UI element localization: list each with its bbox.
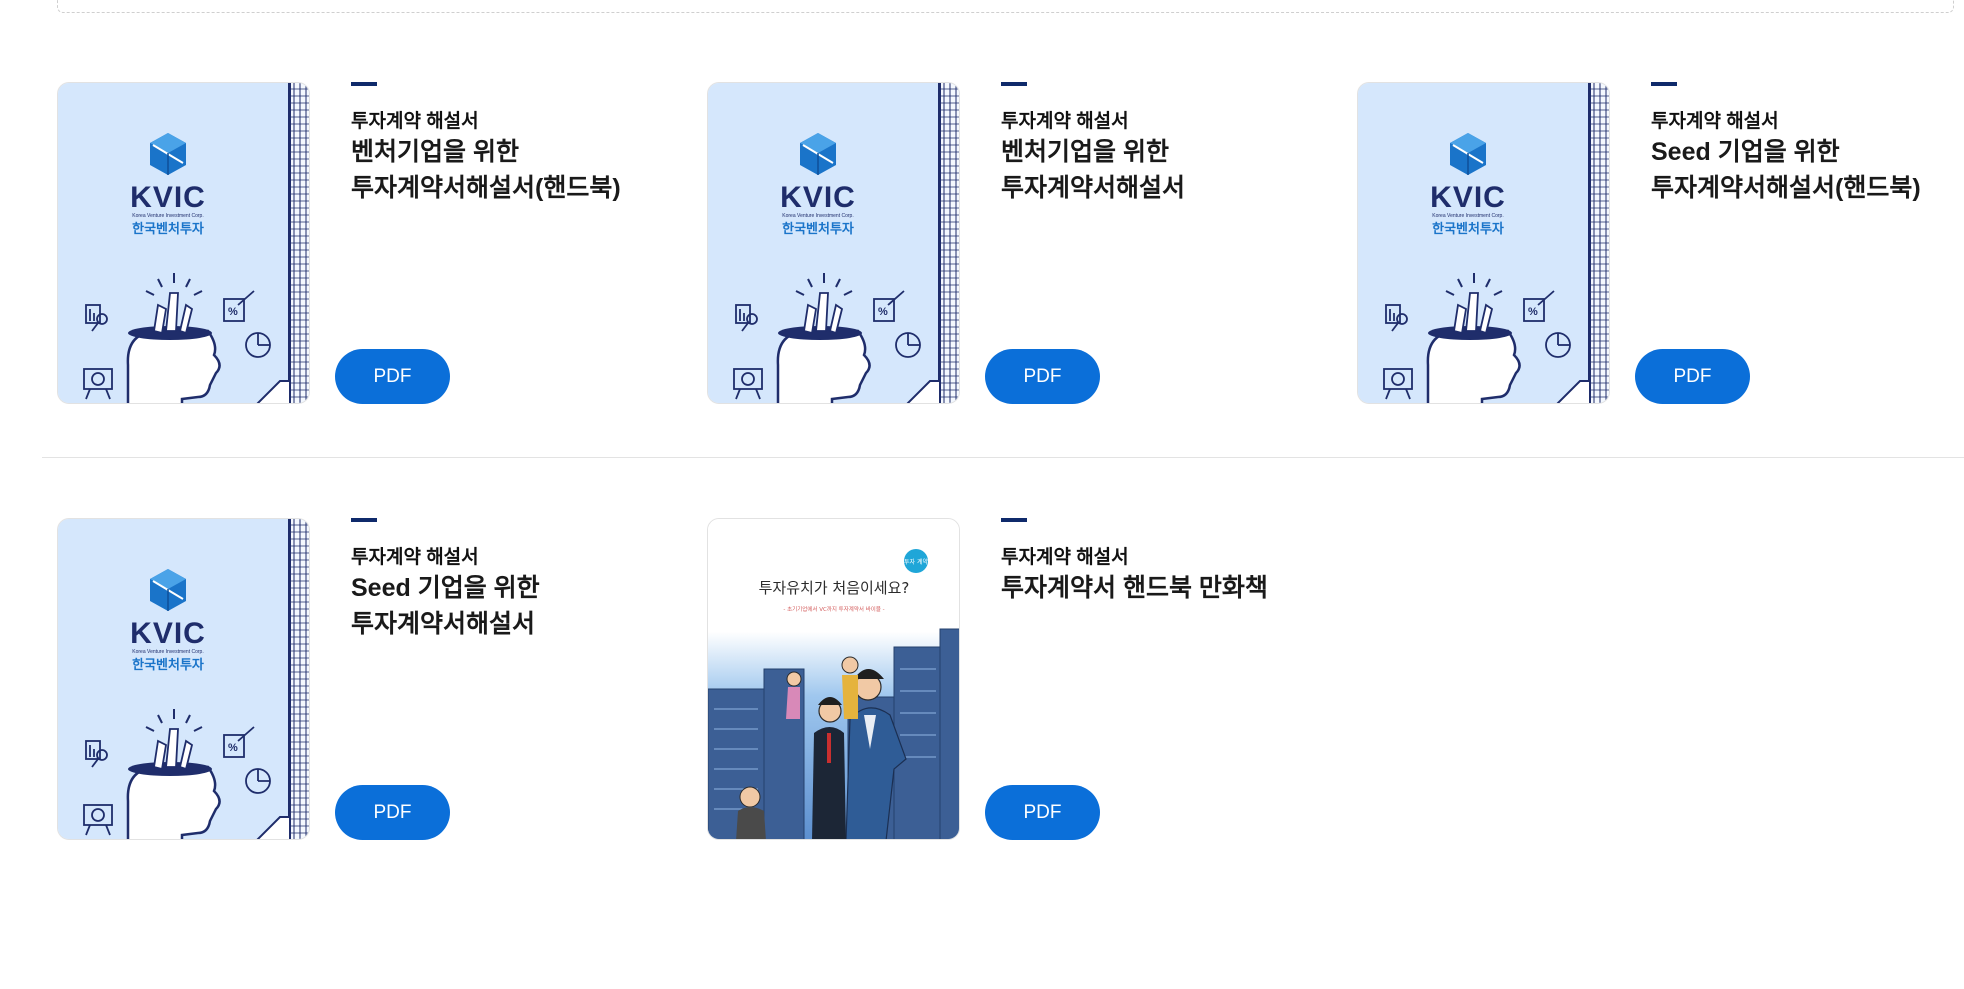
kvic-corp-name-ko: 한국벤처투자: [782, 221, 854, 237]
accent-bar: [351, 82, 377, 86]
kvic-corp-name-ko: 한국벤처투자: [132, 221, 204, 237]
pdf-download-button[interactable]: PDF: [335, 785, 450, 840]
accent-bar: [1001, 518, 1027, 522]
card-category: 투자계약 해설서: [351, 547, 479, 568]
card-title[interactable]: Seed 기업을 위한 투자계약서해설서(핸드북): [1651, 134, 1921, 206]
card-title-line-1: 투자계약서 핸드북 만화책: [1001, 574, 1268, 602]
pdf-download-button[interactable]: PDF: [1635, 349, 1750, 404]
kvic-corp-name-en: Korea Venture Investment Corp.: [132, 649, 203, 655]
kvic-corp-name-en: Korea Venture Investment Corp.: [782, 213, 853, 219]
book-cover-image[interactable]: KVIC Korea Venture Investment Corp. 한국벤처…: [57, 82, 310, 404]
cover-badge-text: 투자 계약: [904, 558, 928, 566]
kvic-cover-illustration: KVIC Korea Venture Investment Corp. 한국벤처…: [1358, 83, 1609, 403]
pdf-download-button[interactable]: PDF: [335, 349, 450, 404]
kvic-logo-text: KVIC: [130, 617, 206, 650]
kvic-corp-name-ko: 한국벤처투자: [132, 657, 204, 673]
card-title-line-1: 벤처기업을 위한: [351, 138, 519, 166]
publication-card-4: KVIC Korea Venture Investment Corp. 한국벤처…: [57, 518, 697, 840]
book-cover-image[interactable]: 투자 계약 투자유치가 처음이세요? - 초기기업에서 VC까지 투자계약서 바…: [707, 518, 960, 840]
comic-cover-illustration: 투자 계약 투자유치가 처음이세요? - 초기기업에서 VC까지 투자계약서 바…: [708, 519, 959, 839]
card-category: 투자계약 해설서: [1001, 111, 1129, 132]
card-title[interactable]: 투자계약서 핸드북 만화책: [1001, 570, 1268, 606]
card-title[interactable]: 벤처기업을 위한 투자계약서해설서(핸드북): [351, 134, 621, 206]
card-title-line-1: 벤처기업을 위한: [1001, 138, 1169, 166]
kvic-logo-text: KVIC: [1430, 181, 1506, 214]
card-category: 투자계약 해설서: [351, 111, 479, 132]
accent-bar: [1001, 82, 1027, 86]
card-title-line-1: Seed 기업을 위한: [1651, 138, 1840, 166]
svg-text:%: %: [878, 306, 888, 318]
kvic-logo-text: KVIC: [130, 181, 206, 214]
pdf-download-button[interactable]: PDF: [985, 349, 1100, 404]
publication-card-5: 투자 계약 투자유치가 처음이세요? - 초기기업에서 VC까지 투자계약서 바…: [707, 518, 1347, 840]
book-cover-image[interactable]: KVIC Korea Venture Investment Corp. 한국벤처…: [57, 518, 310, 840]
cover-headline: 투자유치가 처음이세요?: [759, 579, 910, 597]
book-cover-image[interactable]: KVIC Korea Venture Investment Corp. 한국벤처…: [707, 82, 960, 404]
card-title-line-2: 투자계약서해설서: [1001, 174, 1186, 202]
top-section-border: [57, 0, 1954, 13]
svg-text:%: %: [228, 306, 238, 318]
accent-bar: [351, 518, 377, 522]
kvic-corp-name-en: Korea Venture Investment Corp.: [1432, 213, 1503, 219]
svg-text:%: %: [228, 742, 238, 754]
publication-card-1: KVIC Korea Venture Investment Corp. 한국벤처…: [57, 82, 697, 404]
card-title[interactable]: Seed 기업을 위한 투자계약서해설서: [351, 570, 540, 642]
kvic-corp-name-ko: 한국벤처투자: [1432, 221, 1504, 237]
card-title-line-1: Seed 기업을 위한: [351, 574, 540, 602]
kvic-cover-illustration: KVIC Korea Venture Investment Corp. 한국벤처…: [708, 83, 959, 403]
accent-bar: [1651, 82, 1677, 86]
card-title[interactable]: 벤처기업을 위한 투자계약서해설서: [1001, 134, 1185, 206]
publication-card-3: KVIC Korea Venture Investment Corp. 한국벤처…: [1357, 82, 1964, 404]
kvic-logo-text: KVIC: [780, 181, 856, 214]
row-divider: [42, 457, 1964, 458]
card-title-line-2: 투자계약서해설서: [351, 610, 536, 638]
kvic-cover-illustration: KVIC Korea Venture Investment Corp. 한국벤처…: [58, 83, 309, 403]
card-title-line-2: 투자계약서해설서(핸드북): [351, 174, 621, 202]
cover-subline: - 초기기업에서 VC까지 투자계약서 바이블 -: [783, 605, 884, 613]
card-title-line-2: 투자계약서해설서(핸드북): [1651, 174, 1921, 202]
card-category: 투자계약 해설서: [1651, 111, 1779, 132]
book-cover-image[interactable]: KVIC Korea Venture Investment Corp. 한국벤처…: [1357, 82, 1610, 404]
card-category: 투자계약 해설서: [1001, 547, 1129, 568]
publication-card-2: KVIC Korea Venture Investment Corp. 한국벤처…: [707, 82, 1347, 404]
kvic-corp-name-en: Korea Venture Investment Corp.: [132, 213, 203, 219]
pdf-download-button[interactable]: PDF: [985, 785, 1100, 840]
kvic-cover-illustration: KVIC Korea Venture Investment Corp. 한국벤처…: [58, 519, 309, 839]
svg-text:%: %: [1528, 306, 1538, 318]
